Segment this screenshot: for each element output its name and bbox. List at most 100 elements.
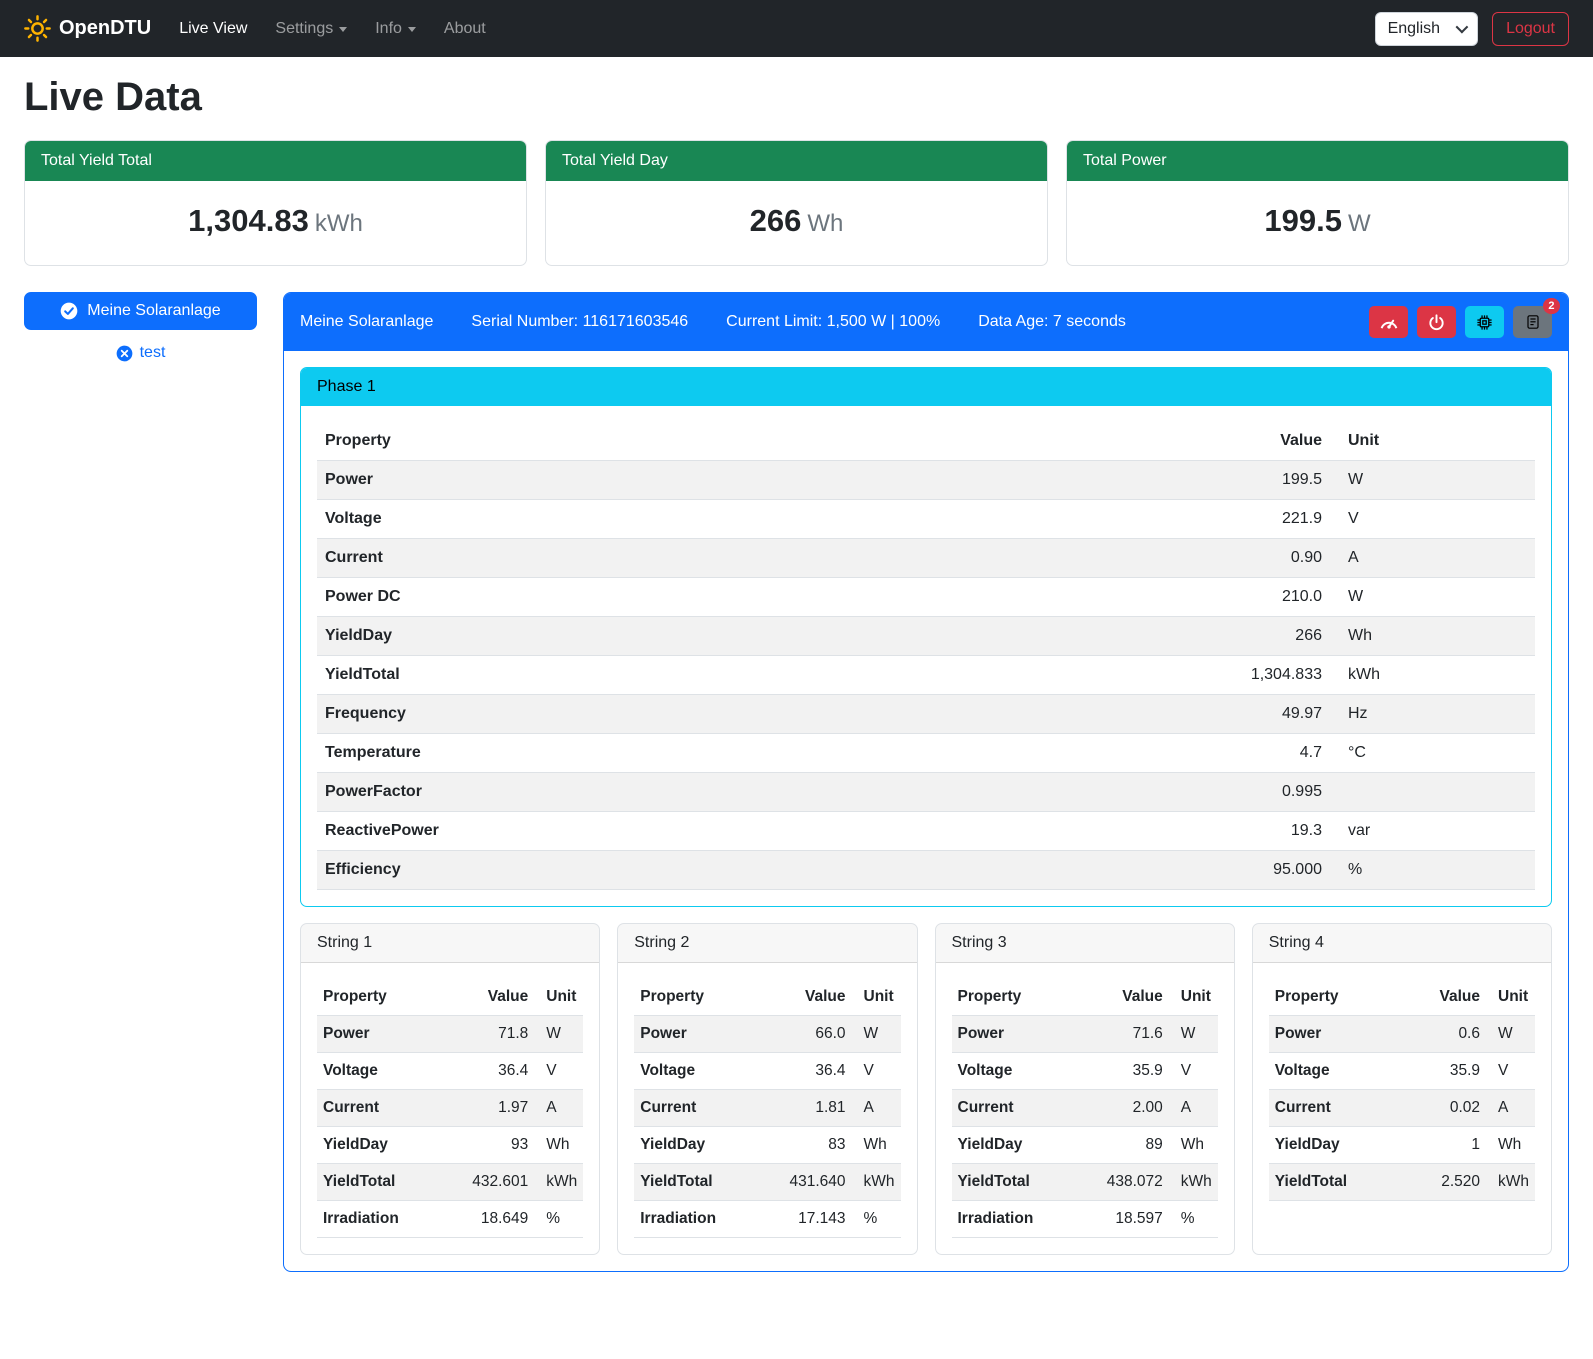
col-unit: Unit xyxy=(534,979,583,1016)
col-unit: Unit xyxy=(1169,979,1218,1016)
summary-card-title: Total Power xyxy=(1067,141,1568,181)
inverter-panel-body: Phase 1 Property Value Unit xyxy=(284,351,1568,1271)
nav-info-label: Info xyxy=(375,20,402,38)
value-cell: 199.5 xyxy=(1190,461,1330,500)
value-cell: 49.97 xyxy=(1190,695,1330,734)
phase-table: Property Value Unit Power xyxy=(317,422,1535,890)
col-unit: Unit xyxy=(852,979,901,1016)
brand[interactable]: OpenDTU xyxy=(24,15,151,42)
summary-card: Total Yield Day 266Wh xyxy=(545,140,1048,266)
table-header-row: Property Value Unit xyxy=(1269,979,1535,1016)
string-table: Property Value Unit Power xyxy=(317,979,583,1238)
property-cell: Current xyxy=(1269,1090,1420,1127)
col-property: Property xyxy=(952,979,1101,1016)
property-cell: YieldTotal xyxy=(317,1164,466,1201)
table-row: YieldDay 83 Wh xyxy=(634,1127,900,1164)
col-value: Value xyxy=(466,979,534,1016)
property-cell: Frequency xyxy=(317,695,1190,734)
string-table: Property Value Unit Power xyxy=(952,979,1218,1238)
unit-cell: W xyxy=(852,1016,901,1053)
language-select[interactable]: English xyxy=(1375,12,1478,46)
summary-card: Total Yield Total 1,304.83kWh xyxy=(24,140,527,266)
table-row: Voltage 36.4 V xyxy=(317,1053,583,1090)
summary-card-title: Total Yield Day xyxy=(546,141,1047,181)
table-row: Voltage 221.9 V xyxy=(317,500,1535,539)
value-cell: 1.81 xyxy=(783,1090,851,1127)
unit-cell: V xyxy=(1330,500,1535,539)
value-cell: 19.3 xyxy=(1190,812,1330,851)
property-cell: Power xyxy=(1269,1016,1420,1053)
unit-cell: Wh xyxy=(1169,1127,1218,1164)
table-row: YieldDay 266 Wh xyxy=(317,617,1535,656)
summary-card: Total Power 199.5W xyxy=(1066,140,1569,266)
property-cell: Voltage xyxy=(952,1053,1101,1090)
property-cell: Power xyxy=(317,1016,466,1053)
value-cell: 83 xyxy=(783,1127,851,1164)
inverter-select-meine-solaranlage[interactable]: Meine Solaranlage xyxy=(24,292,257,330)
unit-cell: V xyxy=(1486,1053,1535,1090)
cpu-icon xyxy=(1476,314,1493,331)
power-toggle-button[interactable] xyxy=(1417,306,1456,338)
table-row: Voltage 36.4 V xyxy=(634,1053,900,1090)
inverter-select-test[interactable]: test xyxy=(24,344,257,362)
table-row: PowerFactor 0.995 xyxy=(317,773,1535,812)
property-cell: Irradiation xyxy=(634,1201,783,1238)
col-property: Property xyxy=(634,979,783,1016)
unit-cell: V xyxy=(534,1053,583,1090)
device-info-button[interactable] xyxy=(1465,306,1504,338)
limit-settings-button[interactable] xyxy=(1369,306,1408,338)
table-row: Temperature 4.7 °C xyxy=(317,734,1535,773)
nav-settings[interactable]: Settings xyxy=(275,20,347,38)
unit-cell: W xyxy=(1330,578,1535,617)
nav-links: Live View Settings Info About xyxy=(179,20,486,38)
property-cell: YieldTotal xyxy=(952,1164,1101,1201)
string-title: String 2 xyxy=(618,924,916,963)
table-row: Current 2.00 A xyxy=(952,1090,1218,1127)
inverter-sidebar: Meine Solaranlage test xyxy=(24,292,257,362)
property-cell: YieldDay xyxy=(634,1127,783,1164)
inverter-name-label: test xyxy=(140,344,166,362)
value-cell: 71.8 xyxy=(466,1016,534,1053)
unit-cell: W xyxy=(1330,461,1535,500)
col-unit: Unit xyxy=(1330,422,1535,461)
unit-cell: kWh xyxy=(1486,1164,1535,1201)
col-property: Property xyxy=(1269,979,1420,1016)
sun-icon xyxy=(24,15,51,42)
property-cell: Voltage xyxy=(317,1053,466,1090)
logout-button[interactable]: Logout xyxy=(1492,12,1569,46)
property-cell: Irradiation xyxy=(952,1201,1101,1238)
inverter-panel-header: Meine Solaranlage Serial Number: 1161716… xyxy=(284,293,1568,351)
summary-card-body: 266Wh xyxy=(546,181,1047,265)
col-value: Value xyxy=(783,979,851,1016)
property-cell: YieldTotal xyxy=(317,656,1190,695)
nav-about[interactable]: About xyxy=(444,20,486,38)
unit-cell: % xyxy=(1330,851,1535,890)
value-cell: 66.0 xyxy=(783,1016,851,1053)
unit-cell: W xyxy=(1486,1016,1535,1053)
unit-cell: kWh xyxy=(534,1164,583,1201)
table-row: YieldDay 1 Wh xyxy=(1269,1127,1535,1164)
value-cell: 35.9 xyxy=(1101,1053,1169,1090)
col-value: Value xyxy=(1420,979,1486,1016)
table-row: YieldTotal 2.520 kWh xyxy=(1269,1164,1535,1201)
unit-cell: A xyxy=(852,1090,901,1127)
unit-cell: °C xyxy=(1330,734,1535,773)
value-cell: 1 xyxy=(1420,1127,1486,1164)
nav-live-view[interactable]: Live View xyxy=(179,20,247,38)
string-title: String 1 xyxy=(301,924,599,963)
summary-unit: W xyxy=(1348,210,1371,237)
journal-icon xyxy=(1525,314,1541,330)
inverter-name-label: Meine Solaranlage xyxy=(87,302,220,320)
event-log-button[interactable]: 2 xyxy=(1513,306,1552,338)
summary-value: 266 xyxy=(750,203,802,238)
property-cell: YieldTotal xyxy=(1269,1164,1420,1201)
chevron-down-icon xyxy=(1456,21,1469,34)
page-title: Live Data xyxy=(24,75,1569,120)
data-age: Data Age: 7 seconds xyxy=(978,313,1126,331)
nav-info[interactable]: Info xyxy=(375,20,416,38)
table-row: Current 0.90 A xyxy=(317,539,1535,578)
value-cell: 2.520 xyxy=(1420,1164,1486,1201)
inverter-panel: Meine Solaranlage Serial Number: 1161716… xyxy=(283,292,1569,1272)
event-count-badge: 2 xyxy=(1543,298,1560,314)
property-cell: PowerFactor xyxy=(317,773,1190,812)
